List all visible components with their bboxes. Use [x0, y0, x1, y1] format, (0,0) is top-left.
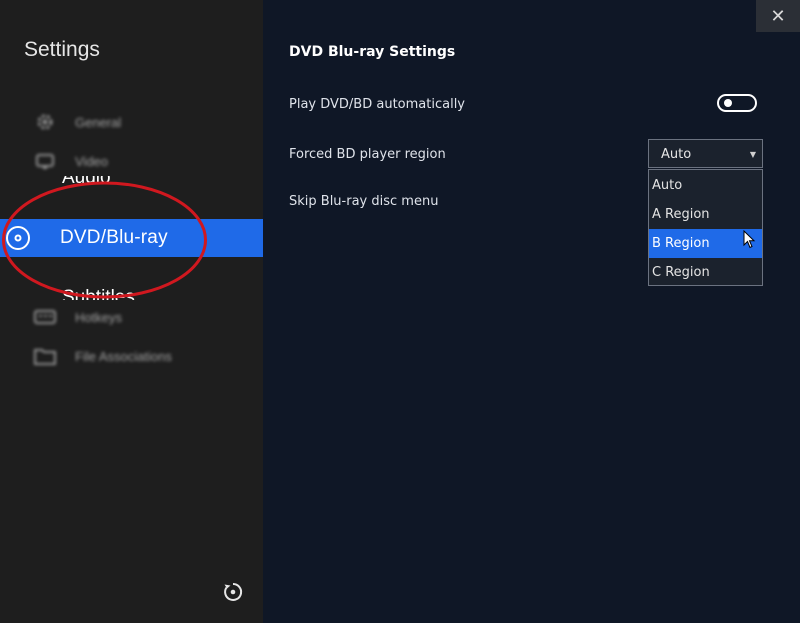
keyboard-icon — [34, 306, 56, 328]
folder-icon — [34, 345, 56, 367]
close-icon: ✕ — [770, 5, 786, 27]
chevron-down-icon: ▼ — [749, 150, 756, 159]
sidebar-item-general[interactable]: General — [0, 107, 263, 137]
sidebar-item-label: Hotkeys — [75, 309, 122, 325]
reset-button[interactable] — [221, 582, 245, 606]
setting-region-label: Forced BD player region — [289, 147, 446, 162]
disc-icon — [4, 224, 32, 252]
play-auto-toggle[interactable] — [717, 94, 757, 112]
page-title: DVD Blu-ray Settings — [289, 44, 456, 60]
region-option-c[interactable]: C Region — [649, 258, 762, 287]
gear-icon — [34, 111, 56, 133]
region-option-a[interactable]: A Region — [649, 200, 762, 229]
sidebar-item-subtitles[interactable]: Subtitles — [0, 288, 263, 300]
video-icon — [34, 150, 56, 172]
sidebar-item-dvd-bluray[interactable]: DVD/Blu-ray — [0, 219, 263, 257]
reset-icon — [222, 581, 244, 607]
sidebar-item-video[interactable]: Video — [0, 146, 263, 176]
region-select-value: Auto — [661, 147, 692, 162]
sidebar-item-hotkeys[interactable]: Hotkeys — [0, 302, 263, 332]
setting-skip-menu-label: Skip Blu-ray disc menu — [289, 194, 439, 209]
sidebar: Settings General Video Audio DVD/Blu-ray… — [0, 0, 263, 623]
close-button[interactable]: ✕ — [756, 0, 800, 32]
setting-play-auto-label: Play DVD/BD automatically — [289, 97, 465, 112]
sidebar-item-label: Audio — [62, 176, 111, 188]
sidebar-item-file-associations[interactable]: File Associations — [0, 341, 263, 371]
sidebar-item-label: Video — [75, 153, 109, 169]
sidebar-item-audio[interactable]: Audio — [0, 176, 263, 190]
region-option-auto[interactable]: Auto — [649, 171, 762, 200]
sidebar-item-label: General — [75, 114, 122, 130]
main-panel: ✕ DVD Blu-ray Settings Play DVD/BD autom… — [263, 0, 800, 623]
sidebar-item-label: File Associations — [75, 348, 172, 364]
region-select[interactable]: Auto ▼ — [648, 139, 763, 168]
sidebar-item-label: Subtitles — [62, 288, 135, 300]
region-option-b[interactable]: B Region — [649, 229, 762, 258]
sidebar-item-label: DVD/Blu-ray — [60, 227, 168, 248]
settings-window: Settings General Video Audio DVD/Blu-ray… — [0, 0, 800, 623]
region-dropdown: Auto A Region B Region C Region — [648, 169, 763, 286]
toggle-knob — [724, 99, 732, 107]
sidebar-title: Settings — [24, 38, 100, 61]
